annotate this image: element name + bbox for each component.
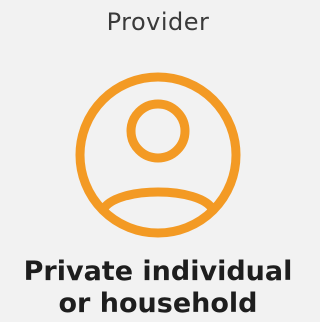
provider-card[interactable]: Provider Private individual or household: [0, 0, 316, 322]
card-label: Provider: [106, 8, 210, 36]
user-circle-icon: [73, 70, 243, 240]
card-title: Private individual or household: [0, 256, 316, 320]
card-title-line-2: or household: [58, 288, 258, 319]
card-title-line-1: Private individual: [23, 256, 293, 287]
